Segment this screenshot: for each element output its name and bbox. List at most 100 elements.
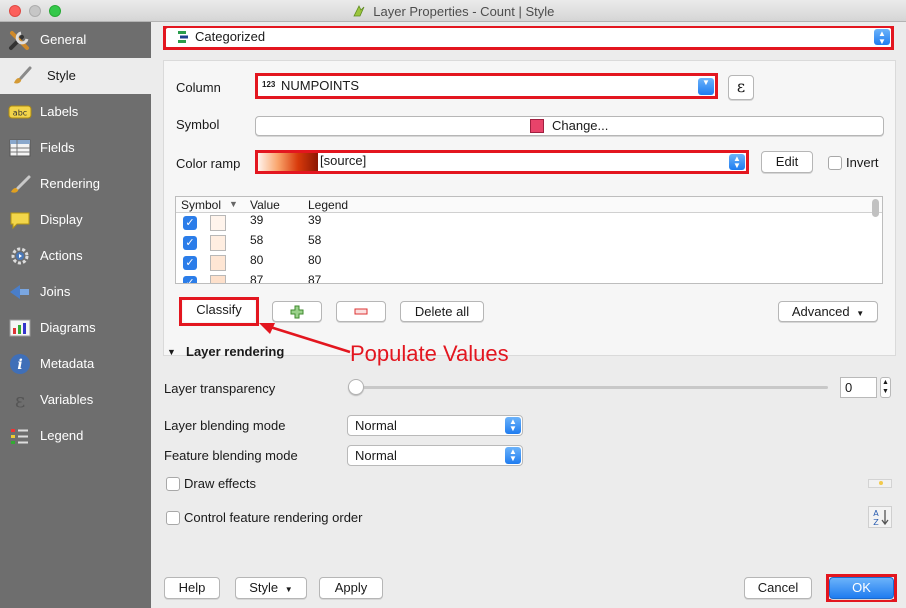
- draw-effects-label: Draw effects: [184, 476, 257, 491]
- sort-down-icon: ▼: [229, 199, 238, 209]
- category-symbol-swatch[interactable]: [210, 215, 226, 231]
- category-value: 80: [250, 253, 264, 267]
- sidebar-item-rendering[interactable]: Rendering: [0, 166, 151, 202]
- blending-mode-label: Layer blending mode: [164, 418, 286, 433]
- column-header-value[interactable]: Value: [250, 198, 280, 212]
- column-select[interactable]: 123 NUMPOINTS ▼: [258, 76, 715, 96]
- invert-checkbox[interactable]: [828, 156, 842, 170]
- symbol-color-swatch: [530, 119, 544, 133]
- table-row[interactable]: ✓ 58 58: [176, 233, 876, 253]
- category-value: 58: [250, 233, 264, 247]
- spinbox-arrows-icon[interactable]: ▲ ▼: [880, 377, 891, 398]
- effects-settings-icon[interactable]: [868, 479, 892, 488]
- cancel-button[interactable]: Cancel: [744, 577, 812, 599]
- sidebar-item-diagrams[interactable]: Diagrams: [0, 310, 151, 346]
- sidebar-item-joins[interactable]: Joins: [0, 274, 151, 310]
- svg-text:Z: Z: [873, 518, 879, 527]
- category-checkbox[interactable]: ✓: [183, 276, 197, 283]
- layer-blending-select[interactable]: Normal ▲ ▼: [347, 415, 523, 436]
- layer-blending-value: Normal: [355, 418, 397, 433]
- diagram-icon: [9, 319, 31, 337]
- table-row[interactable]: ✓ 39 39: [176, 213, 876, 233]
- feature-blending-select[interactable]: Normal ▲ ▼: [347, 445, 523, 466]
- svg-text:i: i: [17, 357, 22, 373]
- sidebar-item-label: General: [40, 32, 87, 47]
- draw-effects-checkbox[interactable]: [166, 477, 180, 491]
- sidebar-item-label: Actions: [40, 248, 83, 263]
- legend-icon: [11, 429, 28, 444]
- category-checkbox[interactable]: ✓: [183, 236, 197, 250]
- main-panel: Categorized ▲ ▼ Column 123 NUMPOINTS ▼ ε …: [151, 22, 906, 608]
- layer-rendering-title[interactable]: Layer rendering: [186, 344, 284, 359]
- ok-button[interactable]: OK: [829, 577, 894, 599]
- transparency-slider-handle[interactable]: [348, 379, 364, 395]
- control-order-checkbox[interactable]: [166, 511, 180, 525]
- category-value: 87: [250, 273, 264, 284]
- advanced-button[interactable]: Advanced ▼: [778, 301, 878, 322]
- categories-table[interactable]: Symbol ▼ Value Legend ✓ 39 39 ✓ 58 58 ✓ …: [175, 196, 883, 284]
- sidebar-item-general[interactable]: General: [0, 22, 151, 58]
- category-symbol-swatch[interactable]: [210, 275, 226, 283]
- table-row[interactable]: ✓ 87 87: [176, 273, 876, 284]
- column-label: Column: [176, 80, 221, 95]
- sidebar-item-display[interactable]: Display: [0, 202, 151, 238]
- abc-label-icon: abc: [8, 105, 32, 119]
- renderer-type-select[interactable]: Categorized ▲ ▼: [166, 28, 891, 47]
- column-header-legend[interactable]: Legend: [308, 198, 348, 212]
- color-ramp-edit-button[interactable]: Edit: [761, 151, 813, 173]
- collapse-triangle-icon[interactable]: ▼: [167, 347, 176, 357]
- sidebar-item-label: Metadata: [40, 356, 95, 371]
- sidebar-item-labels[interactable]: abc Labels: [0, 94, 151, 130]
- table-row[interactable]: ✓ 80 80: [176, 253, 876, 273]
- sidebar-item-label: Display: [40, 212, 83, 227]
- color-ramp-select[interactable]: [source] ▲ ▼: [258, 153, 746, 171]
- symbol-change-button[interactable]: Change...: [255, 116, 884, 136]
- expression-button[interactable]: ε: [728, 75, 754, 100]
- title-bar: Layer Properties - Count | Style: [0, 0, 906, 22]
- sidebar: General Style abc Labels Fields Renderin…: [0, 22, 151, 608]
- sidebar-item-label: Labels: [40, 104, 79, 119]
- category-checkbox[interactable]: ✓: [183, 256, 197, 270]
- category-legend: 80: [308, 253, 322, 267]
- feature-blending-label: Feature blending mode: [164, 448, 298, 463]
- delete-all-button[interactable]: Delete all: [400, 301, 484, 322]
- table-scrollbar[interactable]: [872, 199, 879, 217]
- sidebar-item-variables[interactable]: ε Variables: [0, 382, 151, 418]
- category-checkbox[interactable]: ✓: [183, 216, 197, 230]
- color-ramp-label: Color ramp: [176, 156, 241, 171]
- chevron-updown-icon: ▲ ▼: [729, 154, 745, 170]
- category-symbol-swatch[interactable]: [210, 255, 226, 271]
- sidebar-item-fields[interactable]: Fields: [0, 130, 151, 166]
- help-button[interactable]: Help: [164, 577, 220, 599]
- classify-button[interactable]: Classify: [183, 300, 255, 322]
- svg-text:ε: ε: [15, 388, 25, 412]
- chevron-updown-icon: ▲ ▼: [505, 417, 521, 434]
- speech-bubble-icon: [10, 212, 30, 230]
- sidebar-item-legend[interactable]: Legend: [0, 418, 151, 454]
- sidebar-item-metadata[interactable]: i Metadata: [0, 346, 151, 382]
- sidebar-item-label: Fields: [40, 140, 75, 155]
- feature-blending-value: Normal: [355, 448, 397, 463]
- style-menu-button[interactable]: Style ▼: [235, 577, 307, 599]
- sidebar-item-style[interactable]: Style: [0, 58, 151, 94]
- category-symbol-swatch[interactable]: [210, 235, 226, 251]
- control-order-label: Control feature rendering order: [184, 510, 363, 525]
- apply-button[interactable]: Apply: [319, 577, 383, 599]
- sidebar-item-label: Diagrams: [40, 320, 96, 335]
- column-header-symbol[interactable]: Symbol: [181, 198, 221, 212]
- transparency-slider[interactable]: [348, 386, 828, 389]
- transparency-spinbox[interactable]: 0: [840, 377, 877, 398]
- dropdown-arrow-icon: ▼: [856, 309, 865, 318]
- sidebar-item-actions[interactable]: Actions: [0, 238, 151, 274]
- transparency-label: Layer transparency: [164, 381, 276, 396]
- gear-actions-icon: [11, 247, 29, 265]
- table-header: Symbol ▼ Value Legend: [176, 197, 882, 213]
- sort-order-icon[interactable]: A Z: [868, 506, 892, 528]
- join-icon: [10, 285, 29, 299]
- plus-icon: [290, 305, 304, 319]
- tools-icon: [9, 31, 29, 50]
- category-legend: 39: [308, 213, 322, 227]
- epsilon-icon: ε: [15, 388, 25, 412]
- categorized-icon: [178, 31, 188, 43]
- style-button-label: Style: [249, 580, 279, 595]
